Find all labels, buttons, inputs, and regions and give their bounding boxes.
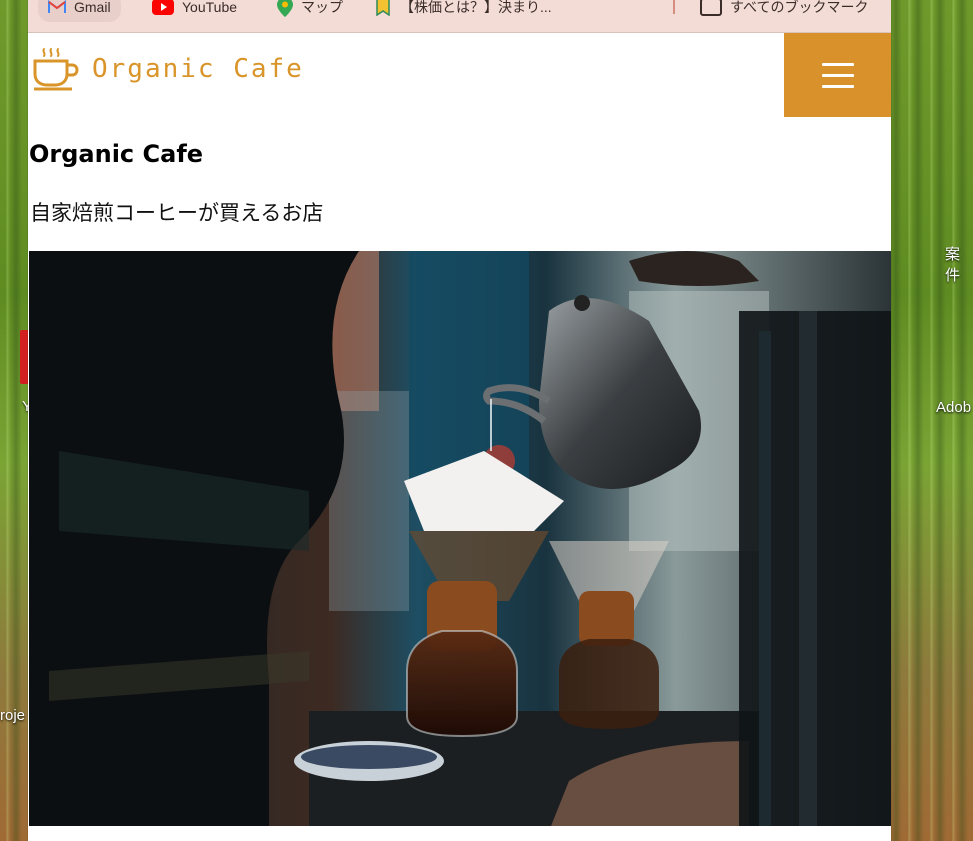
bookmarks-divider: [673, 0, 675, 14]
menu-icon-bar: [821, 84, 854, 88]
desktop-label[interactable]: Adob: [936, 399, 971, 416]
all-bookmarks[interactable]: すべてのブックマーク: [700, 0, 868, 22]
bookmark-label: Gmail: [74, 0, 111, 15]
bookmark-youtube[interactable]: YouTube: [152, 0, 237, 22]
gmail-icon: [48, 0, 66, 13]
logo-text: Organic Cafe: [92, 54, 304, 84]
menu-icon-bar: [821, 62, 854, 66]
bookmark-gmail[interactable]: Gmail: [38, 0, 121, 22]
coffee-pour-over-photo: [29, 251, 891, 826]
folder-icon: [700, 0, 722, 16]
coffee-cup-icon: [33, 48, 79, 91]
desktop-label[interactable]: 案件: [945, 243, 973, 285]
site-header: Organic Cafe: [28, 33, 891, 117]
page-title: Organic Cafe: [29, 140, 204, 168]
bookmark-icon: [376, 0, 390, 16]
bookmark-label: すべてのブックマーク: [730, 0, 869, 15]
site-logo[interactable]: Organic Cafe: [32, 47, 304, 91]
hero-image: [29, 251, 891, 826]
bookmark-stock[interactable]: 【株価とは？】決まり...: [374, 0, 552, 22]
hamburger-menu-button[interactable]: [784, 33, 891, 117]
bookmark-maps[interactable]: マップ: [277, 0, 343, 22]
bookmark-label: YouTube: [182, 0, 238, 15]
bookmark-label: 【株価とは？】決まり...: [400, 0, 552, 15]
desktop-label[interactable]: roje: [0, 707, 25, 724]
menu-icon-bar: [821, 73, 854, 77]
youtube-icon: [152, 0, 174, 15]
bookmarks-bar: Gmail YouTube マップ 【株価とは？】決まり... すべてのブックマ…: [28, 0, 891, 33]
page-tagline: 自家焙煎コーヒーが買えるお店: [30, 201, 324, 225]
bookmark-label: マップ: [301, 0, 343, 15]
browser-window: Gmail YouTube マップ 【株価とは？】決まり... すべてのブックマ…: [28, 0, 891, 841]
maps-icon: [277, 0, 293, 17]
